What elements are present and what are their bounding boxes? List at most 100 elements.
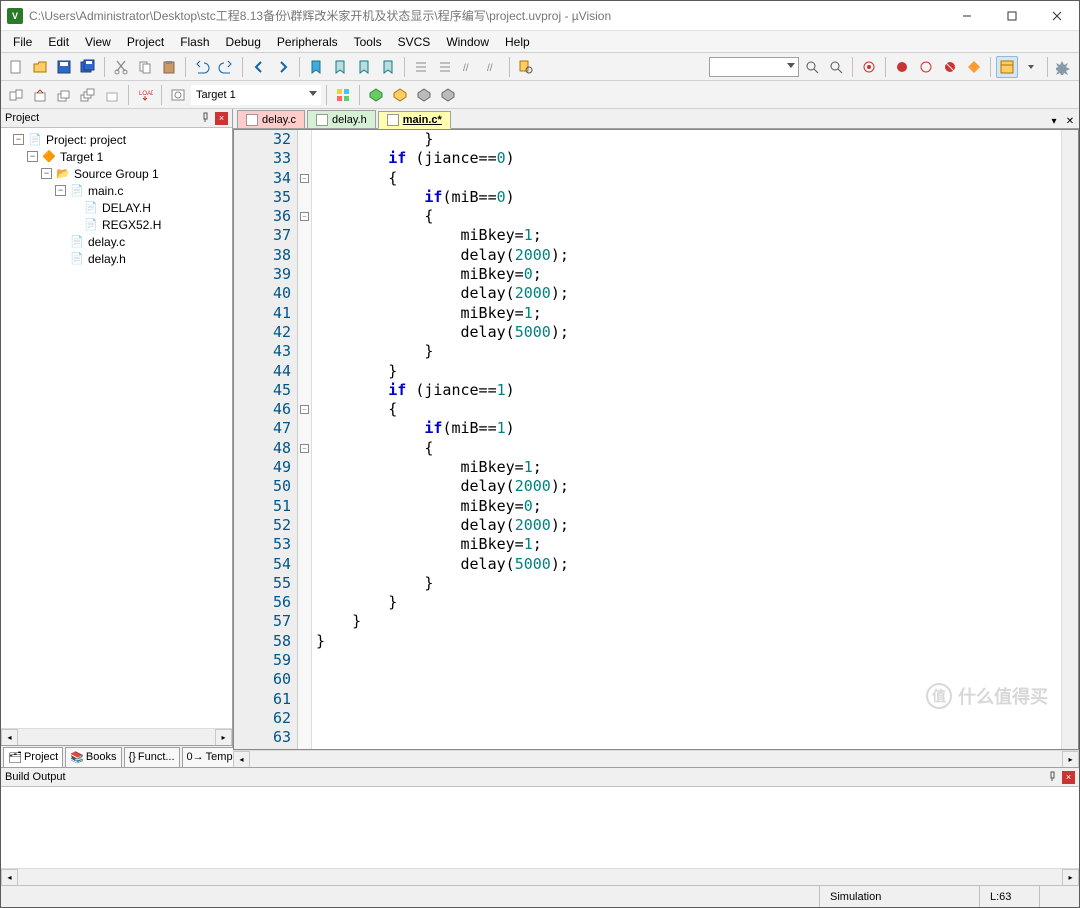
editor-tab-main-c[interactable]: main.c* (378, 111, 451, 129)
manage-components-icon[interactable] (332, 84, 354, 106)
fold-column[interactable]: −−−− (298, 130, 312, 749)
panel-close-icon[interactable]: × (215, 112, 228, 125)
tree-target[interactable]: −🔶Target 1 (3, 148, 230, 165)
project-panel-title: Project (5, 112, 200, 124)
menu-help[interactable]: Help (497, 33, 538, 51)
breakpoint-disable-icon[interactable] (915, 56, 937, 78)
redo-icon[interactable] (215, 56, 237, 78)
dropdown-arrow-icon[interactable] (1020, 56, 1042, 78)
tree-file-delay-c[interactable]: 📄delay.c (3, 233, 230, 250)
select-packs-icon[interactable] (389, 84, 411, 106)
menu-debug[interactable]: Debug (218, 33, 269, 51)
batch-build-icon[interactable] (77, 84, 99, 106)
editor-tabs: delay.c delay.h main.c* ▾ ✕ (233, 109, 1079, 129)
breakpoint-kill-icon[interactable] (939, 56, 961, 78)
menu-edit[interactable]: Edit (40, 33, 77, 51)
pack-refresh-icon[interactable] (437, 84, 459, 106)
build-output-body[interactable] (1, 787, 1079, 868)
paste-icon[interactable] (158, 56, 180, 78)
new-file-icon[interactable] (5, 56, 27, 78)
breakpoint-diamond-icon[interactable] (963, 56, 985, 78)
build-icon[interactable] (29, 84, 51, 106)
copy-icon[interactable] (134, 56, 156, 78)
tree-project-root[interactable]: −📄Project: project (3, 131, 230, 148)
open-file-icon[interactable] (29, 56, 51, 78)
tree-file-main-c[interactable]: −📄main.c (3, 182, 230, 199)
tree-file-delay-h[interactable]: 📄delay.h (3, 250, 230, 267)
project-hscroll[interactable]: ◂▸ (1, 728, 232, 745)
app-icon: V (7, 8, 23, 24)
svg-text:LOAD: LOAD (139, 91, 153, 97)
minimize-button[interactable] (944, 1, 989, 31)
svg-text://: // (487, 63, 493, 74)
save-icon[interactable] (53, 56, 75, 78)
incremental-find-icon[interactable] (825, 56, 847, 78)
panel-tab-project[interactable]: 🗂Project (3, 747, 63, 767)
build-pin-icon[interactable] (1047, 771, 1059, 783)
find-icon[interactable] (801, 56, 823, 78)
configure-icon[interactable] (1053, 56, 1075, 78)
pin-icon[interactable] (200, 112, 212, 124)
indent-icon[interactable] (410, 56, 432, 78)
bookmark-clear-icon[interactable] (377, 56, 399, 78)
window-layout-icon[interactable] (996, 56, 1018, 78)
main-toolbar: // // (1, 53, 1079, 81)
stop-build-icon[interactable] (101, 84, 123, 106)
download-icon[interactable]: LOAD (134, 84, 156, 106)
project-tree[interactable]: −📄Project: project −🔶Target 1 −📂Source G… (1, 128, 232, 728)
menu-flash[interactable]: Flash (172, 33, 217, 51)
tree-file-regx52[interactable]: 📄REGX52.H (3, 216, 230, 233)
editor-tab-delay-c[interactable]: delay.c (237, 110, 305, 128)
menu-svcs[interactable]: SVCS (390, 33, 439, 51)
find-in-files-icon[interactable] (515, 56, 537, 78)
build-toolbar: LOAD Target 1 (1, 81, 1079, 109)
close-button[interactable] (1034, 1, 1079, 31)
target-options-icon[interactable] (167, 84, 189, 106)
editor-area: delay.c delay.h main.c* ▾ ✕ 323334353637… (233, 109, 1079, 767)
menu-view[interactable]: View (77, 33, 119, 51)
bookmark-next-icon[interactable] (353, 56, 375, 78)
manage-rte-icon[interactable] (365, 84, 387, 106)
outdent-icon[interactable] (434, 56, 456, 78)
menu-file[interactable]: File (5, 33, 40, 51)
uncomment-icon[interactable]: // (482, 56, 504, 78)
rebuild-icon[interactable] (53, 84, 75, 106)
cut-icon[interactable] (110, 56, 132, 78)
tabs-close-icon[interactable]: ✕ (1063, 114, 1077, 128)
undo-icon[interactable] (191, 56, 213, 78)
menu-bar: File Edit View Project Flash Debug Perip… (1, 31, 1079, 53)
tabs-dropdown-icon[interactable]: ▾ (1047, 114, 1061, 128)
pack-installer-icon[interactable] (413, 84, 435, 106)
target-select[interactable]: Target 1 (191, 85, 321, 105)
bookmark-prev-icon[interactable] (329, 56, 351, 78)
panel-tab-books[interactable]: 📚Books (65, 747, 121, 767)
editor-vscroll[interactable] (1061, 130, 1078, 749)
menu-project[interactable]: Project (119, 33, 172, 51)
menu-window[interactable]: Window (438, 33, 497, 51)
build-close-icon[interactable]: × (1062, 771, 1075, 784)
status-bar: Simulation L:63 (1, 885, 1079, 907)
code-editor[interactable]: } if (jiance==0) { if(miB==0) { miBkey=1… (312, 130, 1061, 749)
comment-icon[interactable]: // (458, 56, 480, 78)
editor-tab-delay-h[interactable]: delay.h (307, 110, 376, 128)
window-title: C:\Users\Administrator\Desktop\stc工程8.13… (29, 7, 944, 24)
bookmark-toggle-icon[interactable] (305, 56, 327, 78)
tree-file-delay-h-inc[interactable]: 📄DELAY.H (3, 199, 230, 216)
translate-icon[interactable] (5, 84, 27, 106)
menu-peripherals[interactable]: Peripherals (269, 33, 346, 51)
status-simulation: Simulation (819, 886, 979, 907)
breakpoint-icon[interactable] (891, 56, 913, 78)
menu-tools[interactable]: Tools (346, 33, 390, 51)
search-box[interactable] (709, 57, 799, 77)
panel-tab-functions[interactable]: {}Funct... (124, 747, 180, 767)
debug-icon[interactable] (858, 56, 880, 78)
maximize-button[interactable] (989, 1, 1034, 31)
tree-group[interactable]: −📂Source Group 1 (3, 165, 230, 182)
nav-back-icon[interactable] (248, 56, 270, 78)
editor-hscroll[interactable]: ◂▸ (233, 750, 1079, 767)
line-gutter[interactable]: 3233343536373839404142434445464748495051… (234, 130, 298, 749)
build-hscroll[interactable]: ◂▸ (1, 868, 1079, 885)
project-panel-tabs: 🗂Project 📚Books {}Funct... 0→Templ... (1, 745, 232, 767)
save-all-icon[interactable] (77, 56, 99, 78)
nav-forward-icon[interactable] (272, 56, 294, 78)
